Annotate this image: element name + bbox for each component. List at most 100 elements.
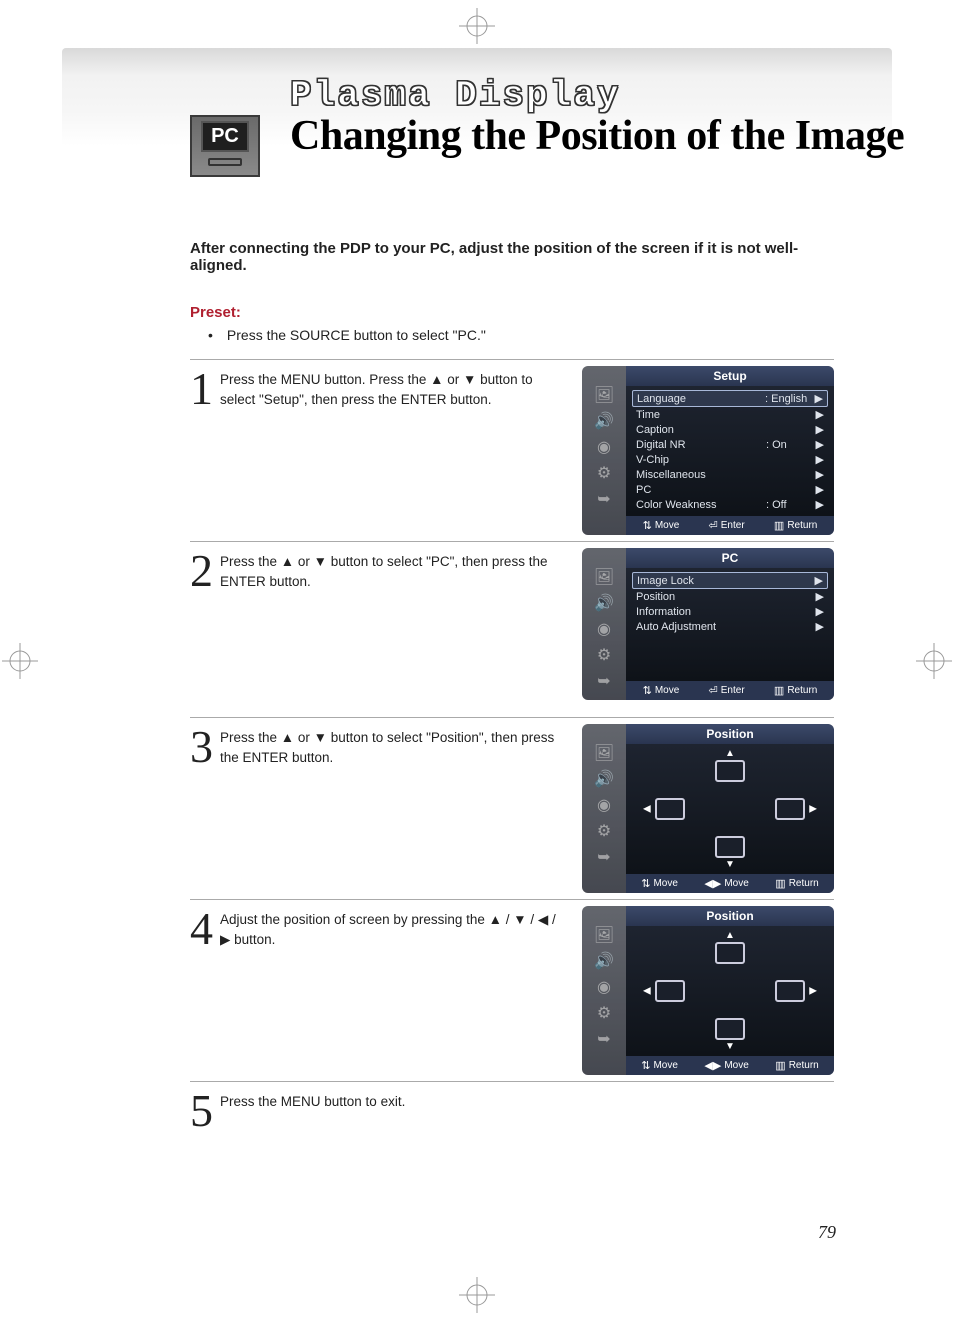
channel-icon: ◉ [593,620,615,638]
input-icon: ➥ [593,848,615,866]
chevron-right-icon: ▶ [812,620,824,633]
footer-move-h: Move [724,878,748,889]
osd-row[interactable]: Position ▶ [632,589,828,604]
osd-row-label: Auto Adjustment [636,621,766,633]
osd-row[interactable]: V-Chip▶ [632,452,828,467]
osd-icon-column: 🖼 🔊 ◉ ⚙ ➥ [582,548,626,700]
chevron-right-icon: ▶ [812,483,824,496]
updown-icon: ⇅ [643,519,652,532]
osd-position: 🖼 🔊 ◉ ⚙ ➥ Position [582,724,834,893]
osd-row-label: Caption [636,424,766,436]
position-pad [632,930,828,1052]
preset-heading: Preset: [190,304,834,321]
crop-mark-left [2,643,38,679]
osd-row[interactable]: Color Weakness: Off▶ [632,497,828,512]
step-3: 3 Press the ▲ or ▼ button to select "Pos… [190,717,834,893]
step-1-text: Press the MENU button. Press the ▲ or ▼ … [220,366,558,535]
osd-row[interactable]: PC▶ [632,482,828,497]
chevron-right-icon: ▶ [812,498,824,511]
chevron-right-icon: ▶ [812,408,824,421]
step-4-text: Adjust the position of screen by pressin… [220,906,558,1075]
osd-row-label: Information [636,606,766,618]
leftright-icon: ◀▶ [704,877,721,890]
channel-icon: ◉ [593,796,615,814]
chevron-right-icon: ▶ [812,590,824,603]
picture-icon: 🖼 [593,744,615,762]
osd-row-label: Language [637,393,765,405]
updown-icon: ⇅ [641,877,650,890]
chevron-right-icon: ▶ [811,574,823,587]
pad-right-button[interactable] [775,980,805,1002]
osd-row[interactable]: Miscellaneous ▶ [632,467,828,482]
osd-row-label: Miscellaneous [636,469,766,481]
osd-position: 🖼 🔊 ◉ ⚙ ➥ Position [582,906,834,1075]
footer-move-h: Move [724,1060,748,1071]
chevron-right-icon: ▶ [812,468,824,481]
osd-row-label: Color Weakness [636,499,766,511]
step-5-number: 5 [190,1088,220,1134]
chevron-right-icon: ▶ [811,392,823,405]
updown-icon: ⇅ [643,684,652,697]
preset-item-text: Press the SOURCE button to select "PC." [227,327,486,343]
pad-left-button[interactable] [655,980,685,1002]
preset-item: Press the SOURCE button to select "PC." [208,327,834,343]
return-icon: ▥ [774,519,784,532]
pad-down-button[interactable] [715,836,745,858]
pad-down-button[interactable] [715,1018,745,1040]
osd-row[interactable]: Language: English▶ [632,390,828,407]
footer-enter: Enter [721,685,745,696]
enter-icon: ⏎ [709,684,718,697]
step-1: 1 Press the MENU button. Press the ▲ or … [190,359,834,535]
pc-badge-label: PC [201,121,249,152]
osd-row-label: Position [636,591,766,603]
osd-row[interactable]: Digital NR: On▶ [632,437,828,452]
leftright-icon: ◀▶ [704,1059,721,1072]
return-icon: ▥ [775,1059,785,1072]
osd-footer: ⇅Move ⏎Enter ▥Return [626,681,834,700]
osd-pc: 🖼 🔊 ◉ ⚙ ➥ PC Image Lock▶Position▶Informa… [582,548,834,711]
pad-left-button[interactable] [655,798,685,820]
page-number: 79 [818,1222,836,1243]
step-5-text: Press the MENU button to exit. [220,1088,834,1134]
picture-icon: 🖼 [593,926,615,944]
osd-row-label: Time [636,409,766,421]
pad-right-button[interactable] [775,798,805,820]
pc-badge: PC [190,115,260,177]
osd-icon-column: 🖼 🔊 ◉ ⚙ ➥ [582,906,626,1075]
channel-icon: ◉ [593,978,615,996]
footer-return: Return [789,1060,819,1071]
osd-row[interactable]: Information▶ [632,604,828,619]
input-icon: ➥ [593,490,615,508]
crop-mark-top [459,8,495,44]
osd-title: Position [626,906,834,926]
enter-icon: ⏎ [709,519,718,532]
osd-row[interactable]: Image Lock▶ [632,572,828,589]
chevron-right-icon: ▶ [812,423,824,436]
osd-footer: ⇅Move ◀▶Move ▥Return [626,1056,834,1075]
page-title: Changing the Position of the Image [290,112,904,160]
sound-icon: 🔊 [593,770,615,788]
keyboard-icon [208,158,242,166]
osd-row[interactable]: Auto Adjustment ▶ [632,619,828,634]
osd-row-label: Digital NR [636,439,766,451]
chevron-right-icon: ▶ [812,438,824,451]
sound-icon: 🔊 [593,952,615,970]
osd-row[interactable]: Caption ▶ [632,422,828,437]
pad-up-button[interactable] [715,760,745,782]
osd-row[interactable]: Time ▶ [632,407,828,422]
pad-up-button[interactable] [715,942,745,964]
osd-title: Setup [626,366,834,386]
osd-title: PC [626,548,834,568]
updown-icon: ⇅ [641,1059,650,1072]
channel-icon: ◉ [593,438,615,456]
header-subtitle: Plasma Display [290,75,620,116]
footer-enter: Enter [721,520,745,531]
step-2-text: Press the ▲ or ▼ button to select "PC", … [220,548,558,711]
chevron-right-icon: ▶ [812,453,824,466]
osd-row-value: : On [766,439,812,451]
step-4-number: 4 [190,906,220,1075]
step-5: 5 Press the MENU button to exit. [190,1081,834,1134]
osd-footer: ⇅Move ◀▶Move ▥Return [626,874,834,893]
intro-text: After connecting the PDP to your PC, adj… [190,240,834,274]
step-1-number: 1 [190,366,220,535]
